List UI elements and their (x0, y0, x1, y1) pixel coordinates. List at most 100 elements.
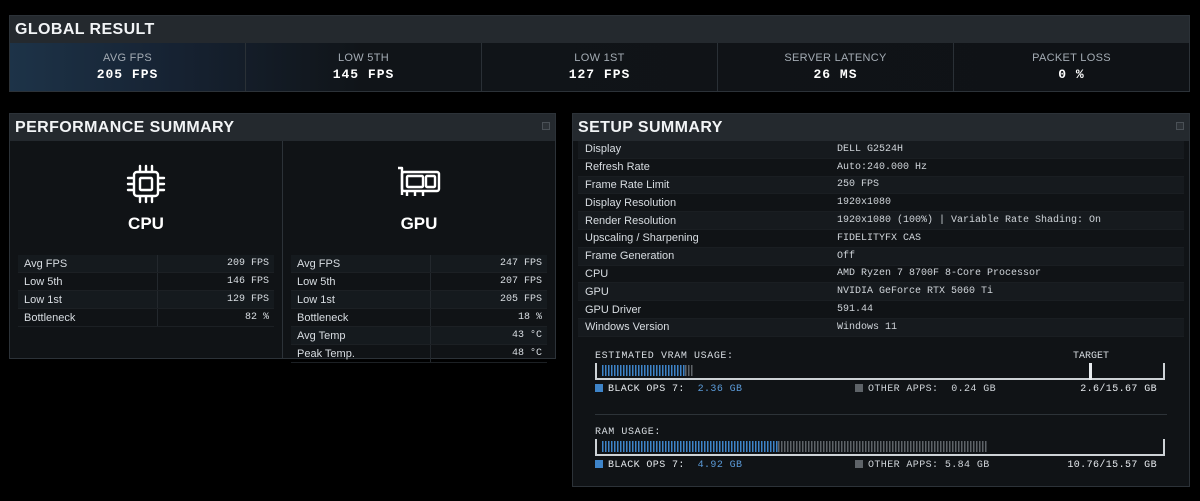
ram-other-fill (778, 441, 987, 452)
legend-label: BLACK OPS 7: (608, 460, 685, 471)
performance-summary-panel: PERFORMANCE SUMMARY CPU Avg FPS 209 FPS Lo… (9, 113, 556, 363)
vram-game-fill (602, 365, 685, 376)
vram-usage-bar: TARGET (595, 351, 1165, 380)
ram-total: 10.76/15.57 GB (1067, 460, 1157, 471)
ram-other-value: 5.84 GB (944, 460, 990, 471)
setup-key: GPU Driver (585, 303, 642, 316)
stat-label: Low 5th (18, 273, 158, 290)
setup-summary-panel: SETUP SUMMARY Display DELL G2524H Refresh … (572, 113, 1190, 487)
stat-value: 18 % (517, 312, 542, 323)
stat-value: 48 °C (511, 348, 542, 359)
blue-square-icon (595, 460, 603, 468)
vram-target-marker (1089, 363, 1092, 380)
stat-label: Low 5th (291, 273, 431, 290)
setup-row: Windows Version Windows 11 (578, 318, 1184, 337)
metric-label: AVG FPS (103, 52, 152, 64)
setup-value: FIDELITYFX CAS (837, 232, 922, 244)
setup-row: Refresh Rate Auto:240.000 Hz (578, 159, 1184, 177)
panel-title-text: PERFORMANCE SUMMARY (15, 119, 235, 136)
stat-row: Low 1st 129 FPS (18, 291, 274, 309)
setup-table: Display DELL G2524H Refresh Rate Auto:240.0… (578, 141, 1184, 337)
vram-game-legend: BLACK OPS 7: 2.36 GB (595, 384, 742, 395)
stat-value: 247 FPS (499, 258, 542, 269)
expand-icon[interactable] (1176, 122, 1184, 130)
stat-label: Peak Temp. (291, 345, 431, 362)
stat-label: Low 1st (18, 291, 158, 308)
gpu-column: GPU Avg FPS 247 FPS Low 5th 207 FPS Low 1st 2… (283, 141, 555, 363)
divider (595, 414, 1167, 415)
setup-value: 250 FPS (837, 179, 880, 191)
setup-value: Auto:240.000 Hz (837, 161, 928, 173)
setup-value: NVIDIA GeForce RTX 5060 Ti (837, 286, 994, 298)
blue-square-icon (595, 384, 603, 392)
stat-row: Low 1st 205 FPS (291, 291, 547, 309)
setup-row: Frame Generation Off (578, 247, 1184, 266)
cpu-label: CPU (128, 214, 164, 233)
setup-row: GPU Driver 591.44 (578, 301, 1184, 319)
global-result-panel: GLOBAL RESULT AVG FPS 205 FPS LOW 5TH 145 F… (9, 15, 1190, 92)
stat-label: Avg FPS (291, 255, 431, 272)
stat-label: Low 1st (291, 291, 431, 308)
vram-total: 2.6/15.67 GB (1080, 384, 1157, 395)
setup-key: Display (585, 143, 622, 156)
gpu-stats-table: Avg FPS 247 FPS Low 5th 207 FPS Low 1st 205 F… (291, 255, 547, 363)
ram-usage-title: RAM USAGE: (595, 427, 662, 438)
setup-row: Display DELL G2524H (578, 141, 1184, 159)
global-metrics: AVG FPS 205 FPS LOW 5TH 145 FPS LOW 1ST 127 F… (10, 43, 1189, 91)
legend-label: BLACK OPS 7: (608, 384, 685, 395)
metric-value: 26 MS (813, 67, 858, 82)
expand-icon[interactable] (542, 122, 550, 130)
vram-other-value: 0.24 GB (951, 384, 997, 395)
cpu-column: CPU Avg FPS 209 FPS Low 5th 146 FPS Low 1st 1… (10, 141, 283, 358)
stat-label: Avg FPS (18, 255, 158, 272)
legend-label: OTHER APPS: (868, 460, 939, 471)
panel-title: GLOBAL RESULT (10, 16, 1189, 43)
stat-value: 207 FPS (499, 276, 542, 287)
metric-label: PACKET LOSS (1032, 52, 1111, 64)
vram-other-fill (685, 365, 693, 376)
stat-value: 146 FPS (226, 276, 269, 287)
vram-usage: ESTIMATED VRAM USAGE: TARGET BLACK OPS 7… (595, 351, 1165, 395)
gray-square-icon (855, 460, 863, 468)
stat-value: 129 FPS (226, 294, 269, 305)
setup-key: Frame Generation (585, 250, 675, 263)
stat-row: Low 5th 207 FPS (291, 273, 547, 291)
setup-value: Windows 11 (837, 321, 898, 333)
gray-square-icon (855, 384, 863, 392)
setup-value: 1920x1080 (837, 197, 892, 209)
vram-other-legend: OTHER APPS: 0.24 GB (855, 384, 996, 395)
setup-key: GPU (585, 285, 609, 298)
stat-row: Bottleneck 18 % (291, 309, 547, 327)
global-metric-cell: AVG FPS 205 FPS (10, 43, 246, 91)
ram-game-fill (602, 441, 778, 452)
setup-key: Render Resolution (585, 214, 677, 227)
stat-value: 43 °C (511, 330, 542, 341)
panel-title: SETUP SUMMARY (573, 114, 1189, 141)
setup-value: DELL G2524H (837, 143, 904, 155)
gpu-label: GPU (400, 214, 438, 233)
vram-track-line (597, 378, 1163, 380)
global-metric-cell: PACKET LOSS 0 % (954, 43, 1189, 91)
ram-game-value: 4.92 GB (697, 460, 743, 471)
setup-key: Upscaling / Sharpening (585, 232, 699, 245)
stat-value: 209 FPS (226, 258, 269, 269)
global-metric-cell: LOW 1ST 127 FPS (482, 43, 718, 91)
legend-label: OTHER APPS: (868, 384, 939, 395)
setup-key: Display Resolution (585, 196, 677, 209)
setup-value: AMD Ryzen 7 8700F 8-Core Processor (837, 268, 1042, 280)
metric-value: 205 FPS (96, 67, 159, 82)
setup-value: 1920x1080 (100%) | Variable Rate Shading… (837, 215, 1102, 227)
stat-label: Bottleneck (291, 309, 431, 326)
panel-title: PERFORMANCE SUMMARY (10, 114, 555, 141)
setup-row: Render Resolution 1920x1080 (100%) | Vari… (578, 212, 1184, 230)
metric-value: 127 FPS (568, 67, 631, 82)
setup-key: CPU (585, 267, 609, 280)
vram-game-value: 2.36 GB (697, 384, 743, 395)
stat-row: Avg FPS 209 FPS (18, 255, 274, 273)
metric-label: LOW 5TH (338, 52, 389, 64)
setup-row: GPU NVIDIA GeForce RTX 5060 Ti (578, 283, 1184, 302)
setup-row: Upscaling / Sharpening FIDELITYFX CAS (578, 230, 1184, 248)
cpu-stats-table: Avg FPS 209 FPS Low 5th 146 FPS Low 1st 129 F… (18, 255, 274, 327)
stat-label: Avg Temp (291, 327, 431, 344)
panel-title-text: SETUP SUMMARY (578, 119, 723, 136)
